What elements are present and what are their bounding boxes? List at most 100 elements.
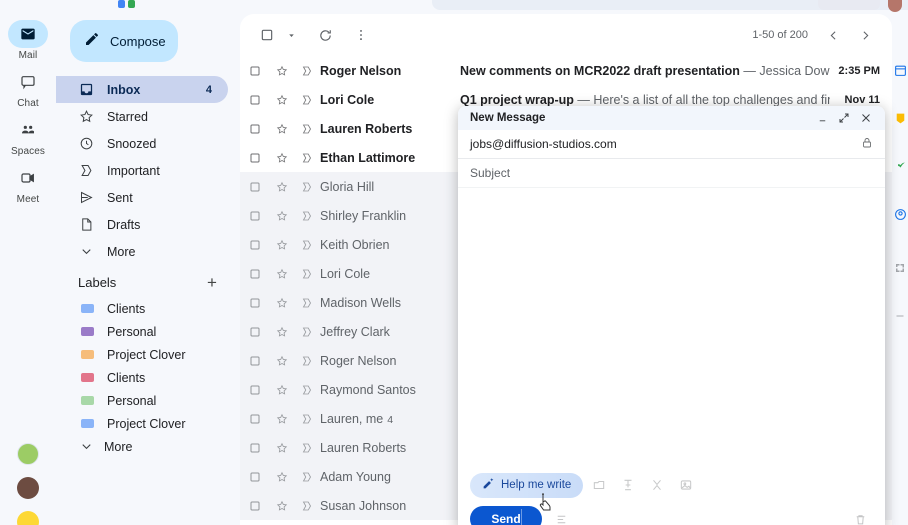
label-item-clients-1[interactable]: Clients (56, 297, 236, 320)
table-row[interactable]: Roger Nelson New comments on MCR2022 draf… (240, 56, 892, 85)
rail-item-chat[interactable]: Chat (0, 68, 56, 109)
row-checkbox[interactable] (240, 181, 270, 193)
compose-body[interactable] (458, 188, 885, 463)
sidebar-item-important[interactable]: Important (56, 157, 228, 184)
trash-icon[interactable] (849, 508, 871, 525)
important-icon[interactable] (294, 384, 320, 396)
label-item-personal-1[interactable]: Personal (56, 320, 236, 343)
contacts-icon[interactable] (892, 206, 908, 222)
sidebar-item-starred[interactable]: Starred (56, 103, 228, 130)
important-icon[interactable] (294, 413, 320, 425)
important-icon[interactable] (294, 268, 320, 280)
star-icon[interactable] (270, 297, 294, 309)
maps-icon[interactable] (892, 260, 908, 276)
star-icon[interactable] (270, 471, 294, 483)
star-icon[interactable] (270, 152, 294, 164)
avatar-brown[interactable] (17, 477, 39, 499)
star-icon[interactable] (270, 239, 294, 251)
sidebar-item-sent[interactable]: Sent (56, 184, 228, 211)
row-checkbox[interactable] (240, 268, 270, 280)
close-icon[interactable] (855, 108, 877, 128)
important-icon[interactable] (294, 500, 320, 512)
important-icon[interactable] (294, 152, 320, 164)
more-vertical-icon[interactable] (346, 20, 376, 50)
important-icon[interactable] (294, 442, 320, 454)
compose-button[interactable]: Compose (70, 20, 178, 62)
star-icon[interactable] (270, 123, 294, 135)
add-icon[interactable] (892, 308, 908, 324)
subject-field[interactable]: Subject (458, 159, 885, 188)
star-icon[interactable] (270, 94, 294, 106)
row-checkbox[interactable] (240, 500, 270, 512)
row-checkbox[interactable] (240, 239, 270, 251)
important-icon[interactable] (294, 181, 320, 193)
tasks-icon[interactable] (892, 158, 908, 174)
important-icon[interactable] (294, 239, 320, 251)
sidebar-item-drafts[interactable]: Drafts (56, 211, 228, 238)
row-checkbox[interactable] (240, 152, 270, 164)
star-icon[interactable] (270, 326, 294, 338)
star-icon[interactable] (270, 355, 294, 367)
row-checkbox[interactable] (240, 471, 270, 483)
insert-photo-icon[interactable] (672, 472, 699, 499)
recipient-field[interactable]: jobs@diffusion-studios.com (458, 130, 885, 159)
important-icon[interactable] (294, 297, 320, 309)
label-item-project-clover-2[interactable]: Project Clover (56, 412, 236, 435)
avatar-green[interactable] (17, 443, 39, 465)
important-icon[interactable] (294, 355, 320, 367)
chevron-right-icon[interactable] (850, 20, 880, 50)
lock-icon[interactable] (861, 137, 873, 152)
keep-icon[interactable] (892, 110, 908, 126)
row-checkbox[interactable] (240, 326, 270, 338)
important-icon[interactable] (294, 326, 320, 338)
star-icon[interactable] (270, 181, 294, 193)
important-icon[interactable] (294, 123, 320, 135)
expand-icon[interactable] (833, 108, 855, 128)
row-checkbox[interactable] (240, 210, 270, 222)
label-item-clients-2[interactable]: Clients (56, 366, 236, 389)
plus-icon[interactable]: + (200, 274, 224, 291)
labels-more[interactable]: More (56, 435, 236, 458)
row-checkbox[interactable] (240, 413, 270, 425)
chevron-left-icon[interactable] (818, 20, 848, 50)
avatar-yellow[interactable] (17, 511, 39, 525)
select-all-checkbox[interactable] (252, 20, 282, 50)
star-icon[interactable] (270, 500, 294, 512)
row-checkbox[interactable] (240, 123, 270, 135)
row-checkbox[interactable] (240, 65, 270, 77)
rail-item-mail[interactable]: Mail (0, 20, 56, 61)
label-item-project-clover-1[interactable]: Project Clover (56, 343, 236, 366)
sidebar-item-inbox[interactable]: Inbox 4 (56, 76, 228, 103)
important-icon[interactable] (294, 94, 320, 106)
rail-item-meet[interactable]: Meet (0, 164, 56, 205)
minimize-icon[interactable] (811, 108, 833, 128)
attach-icon[interactable] (585, 472, 612, 499)
format-icon[interactable] (614, 472, 641, 499)
important-icon[interactable] (294, 210, 320, 222)
refresh-icon[interactable] (310, 20, 340, 50)
sidebar-item-more[interactable]: More (56, 238, 228, 265)
star-icon[interactable] (270, 65, 294, 77)
row-checkbox[interactable] (240, 355, 270, 367)
compose-title-bar[interactable]: New Message (458, 106, 885, 130)
sidebar-item-snoozed[interactable]: Snoozed (56, 130, 228, 157)
label-item-personal-2[interactable]: Personal (56, 389, 236, 412)
avatar[interactable] (888, 0, 902, 12)
star-icon[interactable] (270, 442, 294, 454)
help-me-write-button[interactable]: Help me write (470, 472, 584, 498)
row-checkbox[interactable] (240, 384, 270, 396)
row-checkbox[interactable] (240, 442, 270, 454)
important-icon[interactable] (294, 65, 320, 77)
calendar-icon[interactable] (892, 62, 908, 78)
star-icon[interactable] (270, 384, 294, 396)
star-icon[interactable] (270, 210, 294, 222)
row-checkbox[interactable] (240, 297, 270, 309)
star-icon[interactable] (270, 268, 294, 280)
collapse-icon[interactable] (643, 472, 670, 499)
formatting-icon[interactable] (550, 508, 572, 525)
caret-down-icon[interactable] (284, 20, 298, 50)
important-icon[interactable] (294, 471, 320, 483)
star-icon[interactable] (270, 413, 294, 425)
row-checkbox[interactable] (240, 94, 270, 106)
send-button[interactable]: Send (470, 506, 542, 525)
